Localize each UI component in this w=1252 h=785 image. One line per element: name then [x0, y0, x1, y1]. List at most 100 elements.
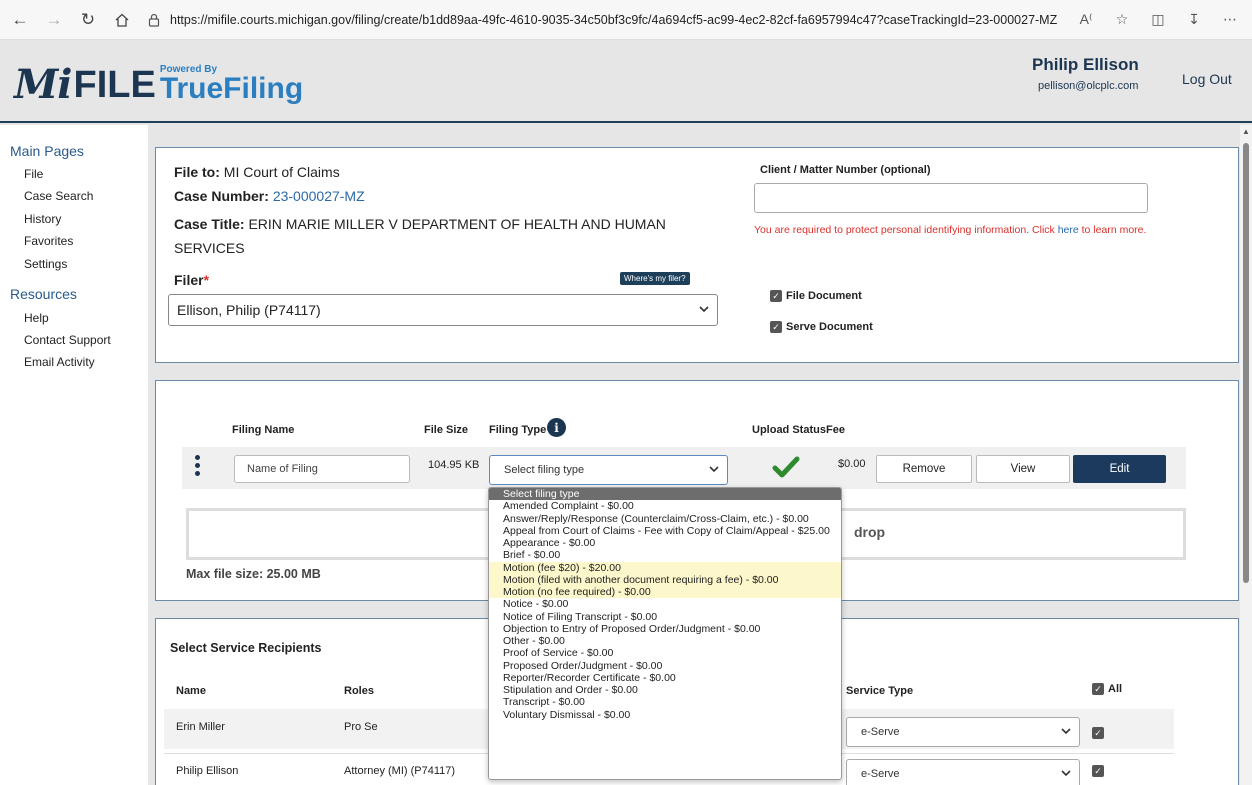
- kebab-menu-icon[interactable]: [194, 455, 200, 479]
- checkbox-checked-icon[interactable]: ✓: [770, 290, 782, 302]
- dropdown-option[interactable]: Objection to Entry of Proposed Order/Jud…: [489, 623, 841, 635]
- chevron-down-icon: [709, 465, 719, 476]
- view-button[interactable]: View: [976, 455, 1070, 483]
- dropdown-option[interactable]: Appearance - $0.00: [489, 537, 841, 549]
- sidebar-item-favorites[interactable]: Favorites: [24, 234, 73, 248]
- logo-truefiling: TrueFiling: [159, 72, 304, 105]
- sidebar-item-case-search[interactable]: Case Search: [24, 189, 93, 203]
- edit-button[interactable]: Edit: [1073, 455, 1166, 483]
- checkbox-checked-icon[interactable]: ✓: [1092, 683, 1104, 695]
- filer-select[interactable]: Ellison, Philip (P74117): [168, 294, 718, 326]
- dropdown-option[interactable]: Select filing type: [489, 488, 841, 501]
- home-icon[interactable]: [108, 6, 136, 34]
- read-aloud-icon[interactable]: A⁽: [1072, 6, 1100, 34]
- dropdown-option[interactable]: Other - $0.00: [489, 635, 841, 647]
- logo-file: FILE: [73, 64, 156, 106]
- required-asterisk: *: [203, 272, 210, 288]
- back-icon[interactable]: ←: [6, 6, 34, 34]
- logout-link[interactable]: Log Out: [1182, 71, 1232, 87]
- vertical-scrollbar[interactable]: ▲: [1240, 125, 1252, 785]
- serve-document-checkbox-row[interactable]: ✓ Serve Document: [770, 321, 873, 333]
- scroll-up-icon[interactable]: ▲: [1242, 127, 1250, 136]
- wheres-my-filer-button[interactable]: Where's my filer?: [620, 272, 690, 285]
- filing-type-select[interactable]: Select filing type: [489, 455, 728, 485]
- file-size-value: 104.95 KB: [428, 459, 480, 471]
- checkbox-checked-icon[interactable]: ✓: [1092, 727, 1104, 739]
- favorite-star-icon[interactable]: ☆: [1108, 6, 1136, 34]
- dropdown-option[interactable]: Brief - $0.00: [489, 549, 841, 561]
- remove-button[interactable]: Remove: [876, 455, 972, 483]
- dropdown-option[interactable]: Amended Complaint - $0.00: [489, 500, 841, 512]
- dropdown-option[interactable]: Reporter/Recorder Certificate - $0.00: [489, 672, 841, 684]
- select-all-label: All: [1108, 683, 1123, 695]
- filing-name-input[interactable]: Name of Filing: [234, 455, 410, 483]
- upload-complete-check-icon: [772, 455, 800, 479]
- filer-select-value: Ellison, Philip (P74117): [177, 302, 321, 318]
- dropdown-option[interactable]: Proof of Service - $0.00: [489, 647, 841, 659]
- dropdown-option[interactable]: Transcript - $0.00: [489, 696, 841, 708]
- checkbox-checked-icon[interactable]: ✓: [1092, 765, 1104, 777]
- forward-icon[interactable]: →: [40, 6, 68, 34]
- dropdown-option[interactable]: Stipulation and Order - $0.00: [489, 684, 841, 696]
- url-text[interactable]: https://mifile.courts.michigan.gov/filin…: [170, 13, 1057, 27]
- case-title-value: ERIN MARIE MILLER V DEPARTMENT OF HEALTH…: [174, 216, 666, 256]
- info-icon[interactable]: i: [547, 418, 566, 437]
- filing-type-dropdown-list[interactable]: Select filing type Amended Complaint - $…: [488, 487, 842, 780]
- dropdown-option[interactable]: Notice of Filing Transcript - $0.00: [489, 611, 841, 623]
- dropdown-option[interactable]: Motion (filed with another document requ…: [489, 573, 841, 586]
- dropdown-option[interactable]: Answer/Reply/Response (Counterclaim/Cros…: [489, 513, 841, 525]
- filing-type-select-value: Select filing type: [504, 464, 585, 476]
- scroll-thumb[interactable]: [1243, 143, 1249, 583]
- dropdown-option[interactable]: Voluntary Dismissal - $0.00: [489, 709, 841, 721]
- truefiling-logo: Powered By TrueFiling: [160, 65, 303, 105]
- dropdown-option[interactable]: Motion (fee $20) - $20.00: [489, 561, 841, 574]
- dropdown-option[interactable]: Motion (no fee required) - $0.00: [489, 586, 841, 599]
- recipient-name: Philip Ellison: [176, 765, 239, 777]
- service-type-select[interactable]: e-Serve: [846, 759, 1080, 785]
- filer-label-text: Filer: [174, 272, 204, 288]
- lock-icon[interactable]: [146, 12, 162, 28]
- client-matter-label: Client / Matter Number (optional): [760, 164, 931, 176]
- dropdown-option[interactable]: Appeal from Court of Claims - Fee with C…: [489, 525, 841, 537]
- sidebar-item-help[interactable]: Help: [24, 311, 49, 325]
- sidebar-item-file[interactable]: File: [24, 167, 43, 181]
- col-filing-type: Filing Type: [489, 424, 547, 436]
- pii-text-before: You are required to protect personal ide…: [754, 224, 1058, 236]
- sidebar-item-history[interactable]: History: [24, 212, 61, 226]
- refresh-icon[interactable]: ↻: [74, 6, 102, 34]
- user-email: pellison@olcplc.com: [1038, 80, 1139, 92]
- serve-document-label: Serve Document: [786, 321, 873, 333]
- file-to-label: File to:: [174, 164, 220, 180]
- chevron-down-icon: [1061, 727, 1071, 738]
- client-matter-input[interactable]: [754, 183, 1148, 213]
- col-roles: Roles: [344, 685, 374, 697]
- logo-mi: Mi: [14, 61, 72, 108]
- dropdown-option[interactable]: Proposed Order/Judgment - $0.00: [489, 660, 841, 672]
- downloads-icon[interactable]: ↧: [1180, 6, 1208, 34]
- more-icon[interactable]: ⋯: [1216, 6, 1244, 34]
- split-screen-icon[interactable]: ◫: [1144, 6, 1172, 34]
- address-bar[interactable]: https://mifile.courts.michigan.gov/filin…: [146, 5, 1064, 35]
- dropdown-option[interactable]: Notice - $0.00: [489, 598, 841, 610]
- app-header: Mi FILE Powered By TrueFiling Philip Ell…: [0, 41, 1252, 123]
- file-document-checkbox-row[interactable]: ✓ File Document: [770, 290, 862, 302]
- case-info-panel: File to: MI Court of Claims Case Number:…: [155, 147, 1239, 363]
- col-file-size: File Size: [424, 424, 469, 436]
- sidebar-item-email-activity[interactable]: Email Activity: [24, 355, 95, 369]
- sidebar-item-contact-support[interactable]: Contact Support: [24, 333, 111, 347]
- checkbox-checked-icon[interactable]: ✓: [770, 321, 782, 333]
- mifile-logo[interactable]: Mi FILE Powered By TrueFiling: [14, 55, 303, 108]
- file-document-label: File Document: [786, 290, 862, 302]
- service-type-value: e-Serve: [861, 726, 900, 738]
- fee-value: $0.00: [838, 458, 866, 470]
- case-number-value[interactable]: 23-000027-MZ: [273, 188, 365, 204]
- select-all-checkbox-row[interactable]: ✓ All: [1092, 683, 1122, 695]
- recipient-role: Attorney (MI) (P74117): [344, 765, 456, 777]
- pii-here-link[interactable]: here: [1058, 224, 1079, 236]
- service-type-select[interactable]: e-Serve: [846, 717, 1080, 747]
- pii-warning: You are required to protect personal ide…: [754, 222, 1154, 238]
- col-name: Name: [176, 685, 206, 697]
- sidebar-item-settings[interactable]: Settings: [24, 257, 67, 271]
- chevron-down-icon: [699, 305, 709, 316]
- case-title: Case Title: ERIN MARIE MILLER V DEPARTME…: [174, 212, 734, 260]
